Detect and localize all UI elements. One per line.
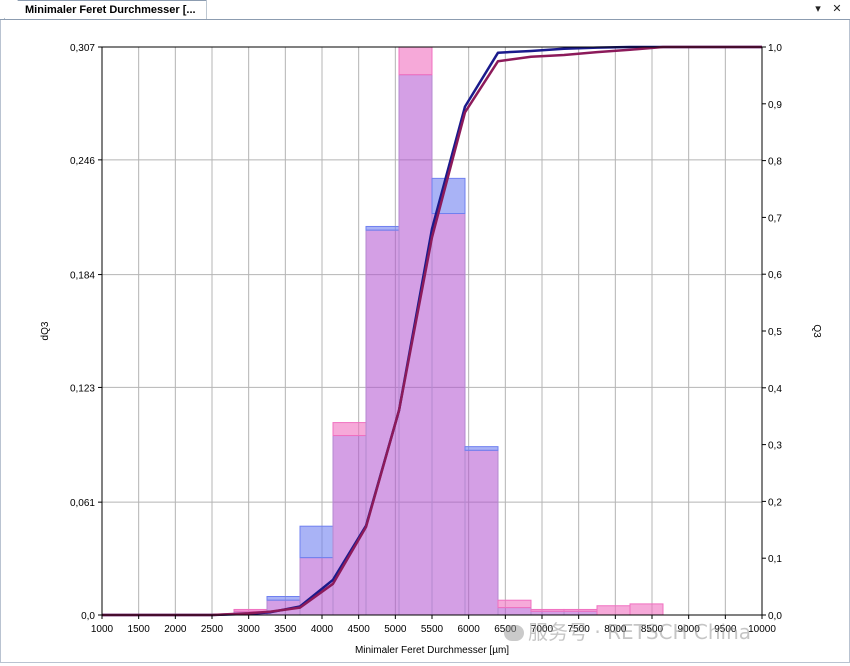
x-tick-label-6: 4000 (311, 624, 334, 635)
bar-shade-5 (400, 75, 432, 615)
y-right-tick-label-4: 0,4 (768, 384, 782, 395)
x-tick-label-7: 4500 (348, 624, 371, 635)
bar-excess-4 (365, 225, 400, 231)
bar-excess-7 (464, 446, 499, 451)
watermark: 服务号 · RETSCH China (504, 616, 751, 645)
bar-shade-10 (565, 611, 597, 615)
bar-excess-10 (563, 608, 598, 612)
document-tab-bar: Minimaler Feret Durchmesser [... ▾ ✕ (0, 0, 850, 20)
y-right-tick-label-2: 0,2 (768, 497, 782, 508)
x-tick-label-2: 2000 (164, 624, 187, 635)
x-tick-label-18: 10000 (748, 624, 776, 635)
bar-excess-1 (266, 595, 301, 601)
y-left-tick-label-0: 0,0 (81, 611, 95, 622)
bar-excess-12 (629, 603, 664, 616)
y-right-tick-label-5: 0,5 (768, 327, 782, 338)
y-left-tick-label-4: 0,246 (70, 156, 95, 167)
x-tick-label-0: 1000 (91, 624, 114, 635)
x-tick-label-4: 3000 (238, 624, 261, 635)
x-tick-label-3: 2500 (201, 624, 224, 635)
y-right-tick-label-9: 0,9 (768, 100, 782, 111)
x-tick-label-5: 3500 (274, 624, 297, 635)
close-icon[interactable]: ✕ (830, 1, 844, 17)
wechat-icon (504, 625, 524, 641)
bar-excess-11 (596, 605, 631, 616)
y-right-tick-label-6: 0,6 (768, 270, 782, 281)
y-left-tick-label-3: 0,184 (70, 271, 95, 282)
y-right-tick-label-10: 1,0 (768, 43, 782, 54)
bar-excess-9 (530, 608, 565, 612)
y-axis-left-label: dQ3 (40, 321, 51, 340)
y-axis-right-label: Q3 (811, 324, 822, 338)
x-tick-label-10: 6000 (458, 624, 481, 635)
bar-shade-4 (367, 230, 399, 615)
bar-shade-6 (433, 214, 465, 615)
watermark-text: 服务号 · RETSCH China (528, 620, 752, 644)
x-tick-label-1: 1500 (128, 624, 151, 635)
tab-minimaler-feret-durchmesser[interactable]: Minimaler Feret Durchmesser [... (4, 0, 207, 19)
bar-shade-7 (466, 450, 498, 615)
chevron-down-icon[interactable]: ▾ (811, 1, 825, 17)
y-left-tick-label-5: 0,307 (70, 43, 95, 54)
x-tick-label-8: 5000 (384, 624, 407, 635)
x-tick-label-9: 5500 (421, 624, 444, 635)
y-right-tick-label-0: 0,0 (768, 611, 782, 622)
bar-excess-3 (332, 422, 367, 437)
bar-excess-8 (497, 599, 532, 609)
y-right-tick-label-3: 0,3 (768, 441, 782, 452)
bar-shade-9 (532, 611, 564, 615)
y-right-tick-label-7: 0,7 (768, 213, 782, 224)
chart-panel: 1000 1500 2000 2500 3000 3500 4000 4500 5000 5500… (0, 20, 850, 663)
bar-excess-2 (299, 525, 334, 559)
bar-shade-3 (334, 436, 366, 615)
x-axis-label: Minimaler Feret Durchmesser [µm] (355, 645, 509, 656)
y-left-tick-label-2: 0,123 (70, 383, 95, 394)
bar-shade-8 (499, 608, 531, 615)
bar-excess-5 (398, 46, 433, 76)
y-right-tick-label-1: 0,1 (768, 554, 782, 565)
y-left-tick-label-1: 0,061 (70, 498, 95, 509)
y-right-tick-label-8: 0,8 (768, 157, 782, 168)
distribution-chart: 1000 1500 2000 2500 3000 3500 4000 4500 5000 5500… (40, 43, 822, 656)
